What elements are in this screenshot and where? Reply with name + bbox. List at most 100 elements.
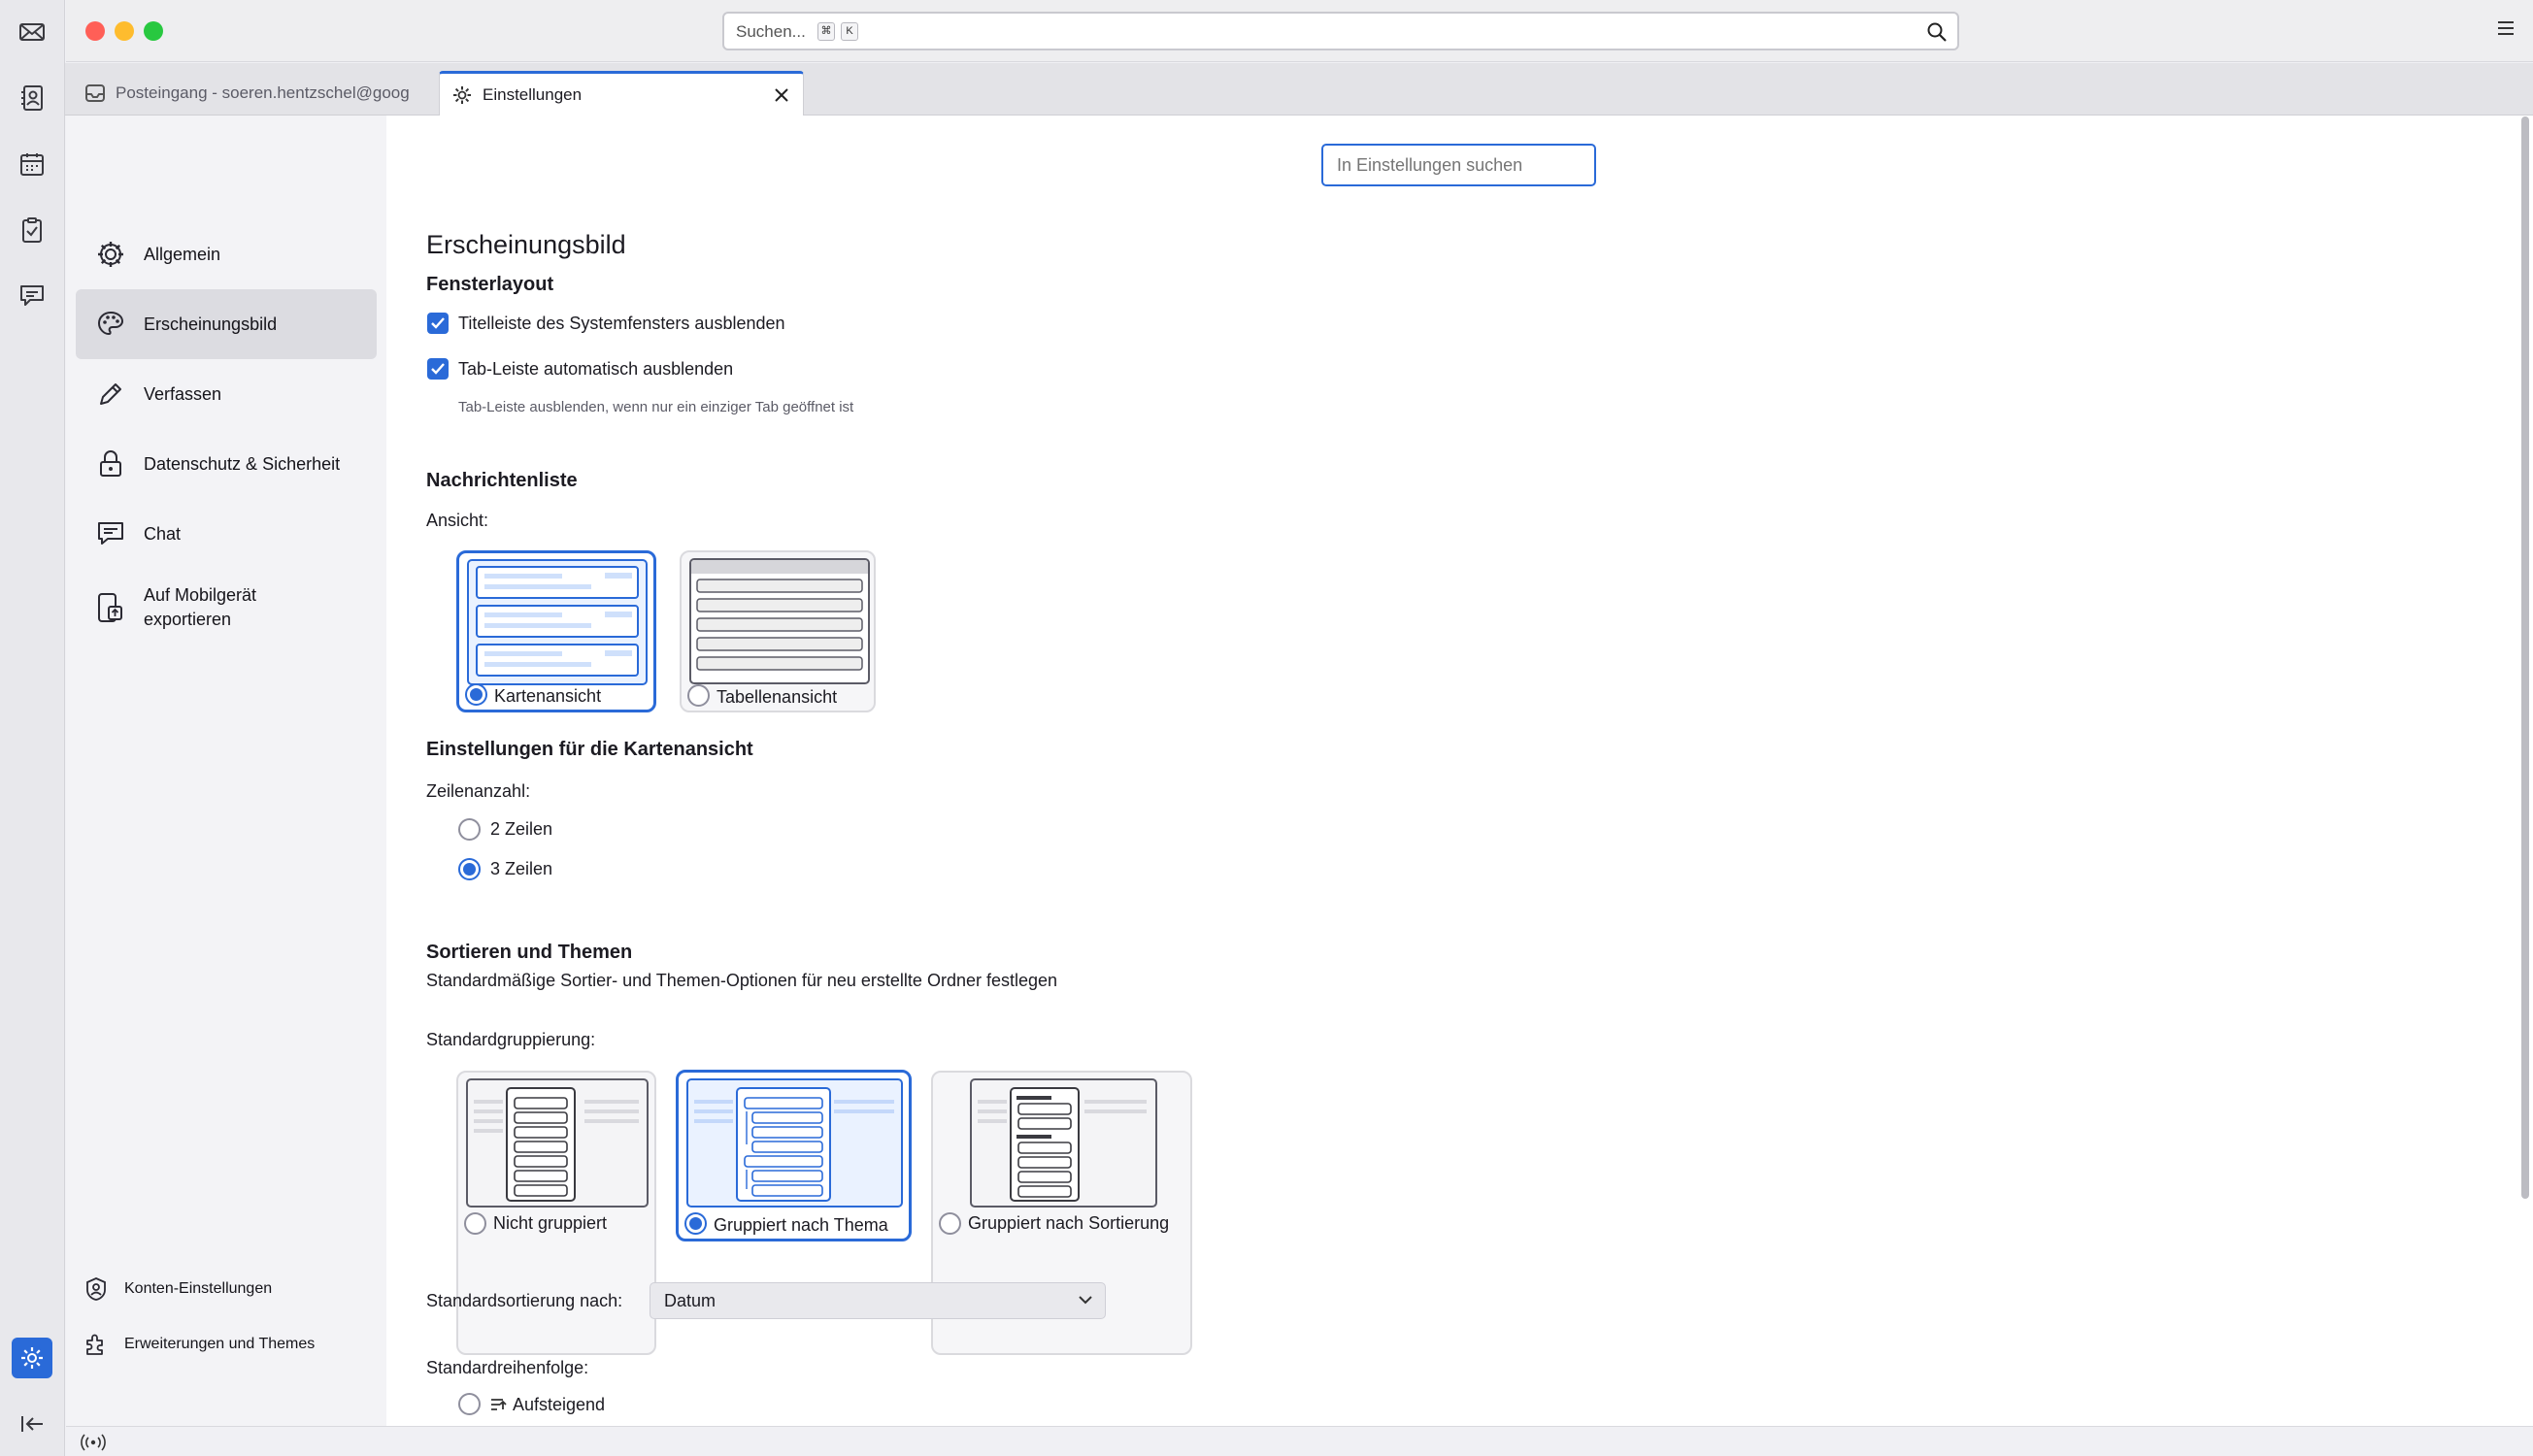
grouping-sort-label: Gruppiert nach Sortierung — [968, 1213, 1170, 1233]
online-status-icon[interactable] — [80, 1433, 107, 1452]
account-settings-label: Konten-Einstellungen — [124, 1280, 273, 1297]
settings-search-input[interactable] — [1321, 144, 1596, 186]
sort-by-value: Datum — [664, 1291, 717, 1310]
grouping-sort-radio[interactable] — [939, 1212, 961, 1235]
sidebar-item-privacy[interactable]: Datenschutz & Sicherheit — [76, 429, 377, 499]
spaces-toolbar — [0, 0, 65, 1456]
global-search-input[interactable]: Suchen... ⌘ K — [722, 12, 1959, 50]
sidebar-item-label: Erscheinungsbild — [144, 314, 278, 334]
three-rows-radio[interactable] — [458, 858, 481, 880]
account-settings-link[interactable]: Konten-Einstellungen — [83, 1276, 272, 1302]
settings-sidebar: Allgemein Erscheinungsbild Verfassen Dat… — [66, 116, 386, 1426]
grouping-thread-label: Gruppiert nach Thema — [714, 1215, 888, 1235]
chat-icon — [91, 518, 130, 549]
sidebar-item-appearance[interactable]: Erscheinungsbild — [76, 289, 377, 359]
ascending-label: Aufsteigend — [513, 1395, 606, 1414]
three-rows-label: 3 Zeilen — [490, 859, 553, 878]
calendar-space-icon[interactable] — [14, 146, 50, 182]
mail-space-icon[interactable] — [14, 14, 50, 50]
settings-content: Erscheinungsbild Fensterlayout Titelleis… — [386, 116, 2533, 1426]
card-view-label: Kartenansicht — [494, 686, 602, 706]
table-view-preview — [689, 558, 870, 684]
page-title: Erscheinungsbild — [426, 230, 626, 259]
minimize-window-button[interactable] — [115, 21, 134, 41]
card-settings-heading: Einstellungen für die Kartenansicht — [426, 739, 753, 760]
rows-label: Zeilenanzahl: — [426, 781, 531, 801]
hide-titlebar-label: Titelleiste des Systemfensters ausblende… — [458, 314, 785, 333]
status-bar — [66, 1426, 2533, 1456]
chat-space-icon[interactable] — [14, 278, 50, 314]
tab-settings-label: Einstellungen — [483, 84, 583, 104]
mobile-export-icon — [91, 591, 130, 624]
table-view-option[interactable]: Tabellenansicht — [680, 550, 876, 712]
card-view-option[interactable]: Kartenansicht — [456, 550, 656, 712]
ascending-radio[interactable] — [458, 1393, 481, 1415]
sort-by-select[interactable]: Datum — [650, 1282, 1106, 1319]
sidebar-item-label: Chat — [144, 523, 182, 544]
sidebar-item-mobile-label: Auf Mobilgerät exportieren — [144, 583, 256, 632]
close-window-button[interactable] — [85, 21, 105, 41]
title-bar: Suchen... ⌘ K — [66, 0, 2533, 62]
sorting-heading: Sortieren und Themen — [426, 942, 633, 963]
sidebar-item-chat[interactable]: Chat — [76, 499, 377, 569]
maximize-window-button[interactable] — [144, 21, 163, 41]
sidebar-item-mobile-export[interactable]: Auf Mobilgerät exportieren — [76, 569, 377, 646]
table-view-label: Tabellenansicht — [717, 687, 838, 707]
grouping-none-option[interactable]: Nicht gruppiert — [456, 1071, 656, 1355]
autohide-tabbar-hint: Tab-Leiste ausblenden, wenn nur ein einz… — [458, 399, 854, 415]
inbox-icon — [84, 83, 106, 103]
two-rows-radio[interactable] — [458, 818, 481, 841]
sort-ascending-icon — [489, 1395, 507, 1412]
palette-icon — [91, 309, 130, 340]
collapse-toolbar-icon[interactable] — [14, 1406, 50, 1442]
grouping-none-preview — [466, 1078, 649, 1208]
account-icon — [83, 1276, 111, 1302]
tab-inbox-label: Posteingang - soeren.hentzschel@goog — [116, 83, 410, 102]
sorting-description: Standardmäßige Sortier- und Themen-Optio… — [426, 971, 1058, 990]
message-list-heading: Nachrichtenliste — [426, 470, 578, 491]
autohide-tabbar-label: Tab-Leiste automatisch ausblenden — [458, 359, 734, 379]
sidebar-item-label: Verfassen — [144, 383, 222, 404]
addons-themes-link[interactable]: Erweiterungen und Themes — [83, 1332, 315, 1357]
grouping-sort-preview — [970, 1078, 1157, 1208]
card-view-preview — [467, 559, 648, 685]
table-view-radio[interactable] — [687, 684, 710, 707]
pencil-icon — [91, 379, 130, 410]
sidebar-item-label-line1: Auf Mobilgerät — [144, 585, 257, 605]
autohide-tabbar-checkbox[interactable] — [427, 358, 449, 380]
global-search-placeholder: Suchen... — [736, 22, 806, 41]
window-layout-heading: Fensterlayout — [426, 274, 554, 295]
content-scrollbar[interactable] — [2521, 116, 2529, 1199]
grouping-label: Standardgruppierung: — [426, 1030, 596, 1049]
tab-settings[interactable]: Einstellungen — [439, 71, 804, 116]
gear-icon — [451, 84, 473, 106]
grouping-none-label: Nicht gruppiert — [493, 1213, 608, 1233]
grouping-thread-option[interactable]: Gruppiert nach Thema — [676, 1070, 912, 1241]
search-icon[interactable] — [1926, 21, 1948, 43]
grouping-thread-radio[interactable] — [684, 1212, 707, 1235]
gear-icon — [91, 239, 130, 270]
sort-by-label: Standardsortierung nach: — [426, 1291, 623, 1310]
view-label: Ansicht: — [426, 511, 489, 530]
tab-inbox[interactable]: Posteingang - soeren.hentzschel@goog — [71, 71, 459, 116]
lock-icon — [91, 448, 130, 480]
shortcut-key-k: K — [841, 22, 858, 41]
app-menu-icon[interactable] — [2496, 19, 2516, 37]
shortcut-key-cmd: ⌘ — [817, 22, 835, 41]
sidebar-item-general[interactable]: Allgemein — [76, 219, 377, 289]
grouping-none-radio[interactable] — [464, 1212, 486, 1235]
settings-space-icon[interactable] — [12, 1338, 52, 1378]
address-book-space-icon[interactable] — [14, 80, 50, 116]
card-view-radio[interactable] — [465, 683, 487, 706]
tasks-space-icon[interactable] — [14, 212, 50, 248]
two-rows-label: 2 Zeilen — [490, 819, 553, 839]
order-label: Standardreihenfolge: — [426, 1358, 589, 1377]
sidebar-item-label: Allgemein — [144, 244, 221, 264]
chevron-down-icon — [1078, 1294, 1093, 1306]
addons-themes-label: Erweiterungen und Themes — [124, 1336, 316, 1352]
sidebar-item-label-line2: exportieren — [144, 610, 232, 629]
grouping-thread-preview — [686, 1078, 903, 1208]
hide-titlebar-checkbox[interactable] — [427, 313, 449, 334]
sidebar-item-compose[interactable]: Verfassen — [76, 359, 377, 429]
close-tab-icon[interactable] — [774, 87, 789, 103]
